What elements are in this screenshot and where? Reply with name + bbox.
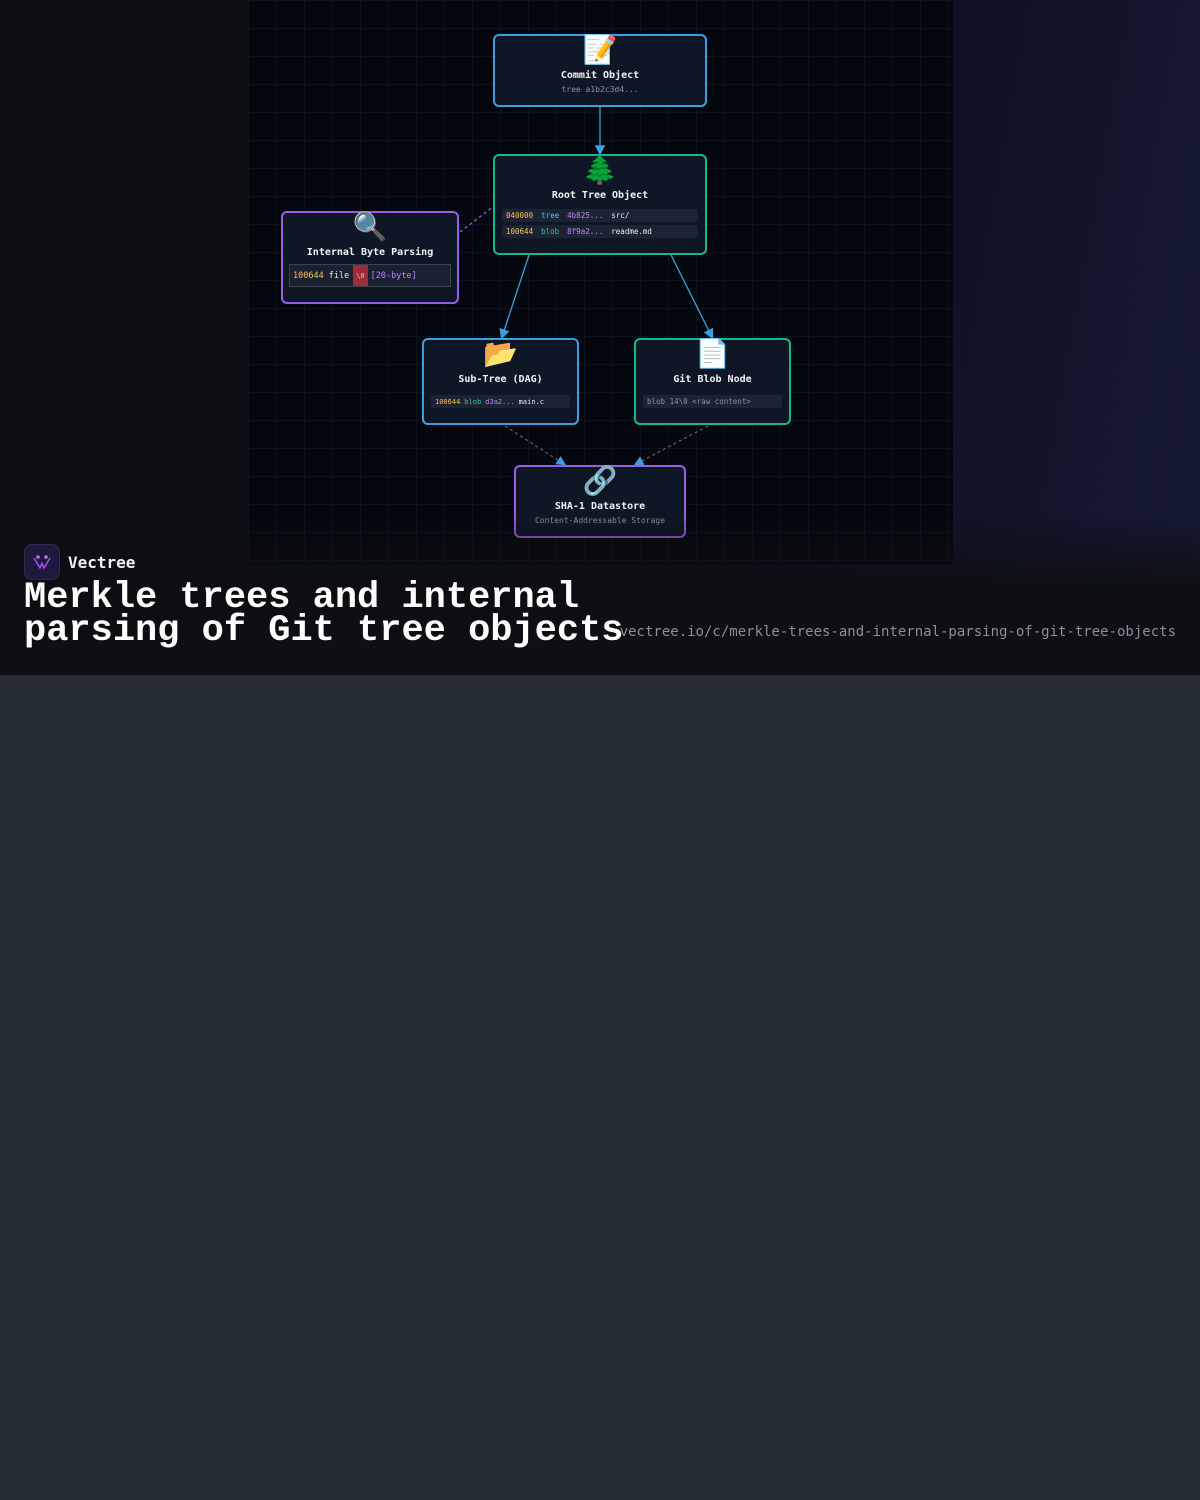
edge-subtree-to-datastore — [504, 425, 567, 466]
blob-content: blob 14\0 <raw content> — [647, 397, 751, 406]
parse-sha: [20-byte] — [370, 270, 417, 281]
tree-entry-row: 100644 blob 8f9a2... readme.md — [502, 225, 698, 238]
blob-content-row: blob 14\0 <raw content> — [643, 395, 782, 408]
memo-icon: 📝 — [582, 33, 618, 66]
byte-parsing-node: 🔍 Internal Byte Parsing 100644 file \0 [… — [281, 211, 459, 304]
tree-entry-row: 040000 tree 4b825... src/ — [502, 209, 698, 222]
null-byte-separator: \0 — [353, 265, 368, 286]
entry-mode: 040000 — [506, 211, 534, 220]
entry-type: tree — [541, 211, 560, 220]
entry-type: blob — [464, 397, 482, 406]
byte-parsing-title: Internal Byte Parsing — [306, 247, 434, 258]
blob-node: 📄 Git Blob Node blob 14\0 <raw content> — [634, 338, 791, 425]
entry-mode: 100644 — [506, 227, 534, 236]
share-card: 📝 Commit Object tree a1b2c3d4... 🌲 Root … — [0, 0, 1200, 675]
entry-name: src/ — [611, 211, 630, 220]
entry-hash: 4b825... — [567, 211, 604, 220]
entry-type: blob — [541, 227, 560, 236]
entry-name: main.c — [518, 397, 544, 406]
entry-mode: 100644 — [435, 397, 461, 406]
datastore-node: 🔗 SHA-1 Datastore Content-Addressable St… — [514, 465, 686, 538]
tree-entry-row: 100644 blob d3a2... main.c — [431, 395, 570, 408]
root-tree-title: Root Tree Object — [551, 190, 649, 201]
commit-object-subtitle: tree a1b2c3d4... — [561, 85, 639, 94]
entry-hash: 8f9a2... — [567, 227, 604, 236]
open-folder-icon: 📂 — [483, 337, 518, 370]
edge-root-to-subtree — [499, 254, 530, 340]
parse-mode: 100644 — [293, 270, 324, 281]
edge-parsing-to-root — [459, 205, 495, 233]
subtree-node: 📂 Sub-Tree (DAG) 100644 blob d3a2... mai… — [422, 338, 579, 425]
datastore-subtitle: Content-Addressable Storage — [534, 516, 666, 525]
datastore-title: SHA-1 Datastore — [554, 501, 646, 512]
parse-filename: file — [328, 270, 350, 281]
blob-title: Git Blob Node — [673, 374, 752, 385]
entry-name: readme.md — [611, 227, 652, 236]
brand-name: Vectree — [68, 552, 136, 572]
vectree-logo-icon — [24, 544, 60, 580]
document-icon: 📄 — [695, 337, 730, 370]
entry-hash: d3a2... — [485, 397, 515, 406]
magnifier-icon: 🔍 — [352, 210, 388, 243]
subtree-title: Sub-Tree (DAG) — [458, 374, 543, 385]
commit-object-title: Commit Object — [560, 70, 640, 81]
link-icon: 🔗 — [582, 464, 618, 497]
brand: Vectree — [24, 544, 135, 580]
evergreen-tree-icon: 🌲 — [582, 153, 618, 186]
page-url[interactable]: vectree.io/c/merkle-trees-and-internal-p… — [620, 624, 1176, 640]
edge-blob-to-datastore — [633, 425, 709, 466]
root-tree-node: 🌲 Root Tree Object 040000 tree 4b825... … — [493, 154, 707, 255]
page-title: Merkle trees and internal parsing of Git… — [24, 577, 624, 652]
byte-layout-box: 100644 file \0 [20-byte] — [289, 264, 451, 287]
edge-root-to-blob — [670, 254, 714, 340]
commit-object-node: 📝 Commit Object tree a1b2c3d4... — [493, 34, 707, 107]
